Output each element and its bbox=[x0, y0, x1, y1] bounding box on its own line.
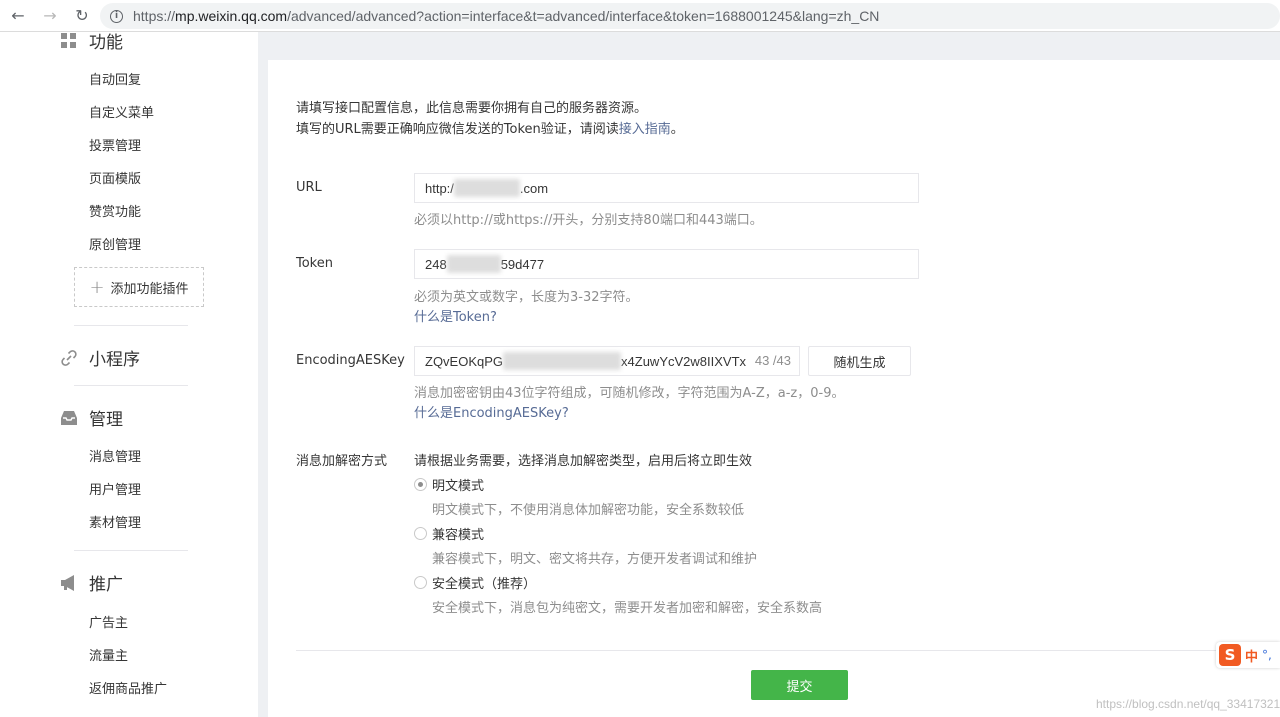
radio-label: 兼容模式 bbox=[432, 528, 485, 543]
url-label: URL bbox=[296, 180, 322, 195]
radio-button-checked[interactable] bbox=[414, 478, 427, 491]
encryption-description: 请根据业务需要，选择消息加解密类型，启用后将立即生效 bbox=[414, 454, 753, 469]
token-label: Token bbox=[296, 256, 333, 271]
random-generate-button[interactable]: 随机生成 bbox=[808, 346, 911, 376]
sidebar-item-custom-menu[interactable]: 自定义菜单 bbox=[89, 102, 154, 121]
sidebar-item-publisher[interactable]: 流量主 bbox=[89, 645, 128, 664]
intro-line-1: 请填写接口配置信息，此信息需要你拥有自己的服务器资源。 bbox=[296, 101, 648, 116]
sogou-logo-icon: S bbox=[1219, 644, 1241, 666]
sidebar-section-promotion[interactable]: 推广 bbox=[60, 570, 123, 595]
section-title: 推广 bbox=[89, 575, 123, 595]
url-host: mp.weixin.qq.com bbox=[175, 8, 288, 24]
link-icon bbox=[60, 349, 78, 367]
back-arrow-icon[interactable]: ← bbox=[4, 2, 32, 30]
submit-button[interactable]: 提交 bbox=[751, 670, 848, 700]
plaintext-mode-desc: 明文模式下，不使用消息体加解密功能，安全系数较低 bbox=[432, 503, 745, 518]
radio-label: 安全模式（推荐） bbox=[432, 577, 537, 592]
redacted-blur bbox=[453, 179, 520, 197]
token-hint: 必须为英文或数字，长度为3-32字符。 bbox=[414, 290, 639, 305]
inbox-icon bbox=[60, 409, 78, 427]
url-path: /advanced/advanced?action=interface&t=ad… bbox=[287, 8, 880, 24]
sidebar-divider bbox=[74, 385, 188, 386]
plus-icon: + bbox=[89, 276, 105, 298]
radio-label: 明文模式 bbox=[432, 479, 485, 494]
sidebar-divider bbox=[74, 550, 188, 551]
sidebar-item-original[interactable]: 原创管理 bbox=[89, 234, 141, 253]
token-input[interactable]: 248 59d477 bbox=[414, 249, 919, 279]
ime-punct: °, bbox=[1262, 648, 1272, 662]
sidebar-item-messages[interactable]: 消息管理 bbox=[89, 446, 141, 465]
watermark: https://blog.csdn.net/qq_33417321 bbox=[1096, 697, 1280, 711]
intro-line-2: 填写的URL需要正确响应微信发送的Token验证，请阅读接入指南。 bbox=[296, 119, 684, 140]
what-is-aes-key-link[interactable]: 什么是EncodingAESKey? bbox=[414, 402, 569, 421]
sidebar-item-page-template[interactable]: 页面模版 bbox=[89, 168, 141, 187]
ime-mode: 中 bbox=[1245, 649, 1259, 665]
add-plugin-button[interactable]: + 添加功能插件 bbox=[74, 267, 204, 307]
sidebar-item-auto-reply[interactable]: 自动回复 bbox=[89, 69, 141, 88]
radio-plaintext-mode[interactable]: 明文模式 bbox=[414, 475, 484, 494]
sidebar-item-commission[interactable]: 返佣商品推广 bbox=[89, 678, 167, 697]
radio-compatible-mode[interactable]: 兼容模式 bbox=[414, 524, 484, 543]
sidebar-item-vote[interactable]: 投票管理 bbox=[89, 135, 141, 154]
sidebar-item-materials[interactable]: 素材管理 bbox=[89, 512, 141, 531]
what-is-token-link[interactable]: 什么是Token? bbox=[414, 306, 497, 325]
megaphone-icon bbox=[60, 574, 78, 592]
section-title: 小程序 bbox=[89, 350, 140, 370]
sidebar-item-users[interactable]: 用户管理 bbox=[89, 479, 141, 498]
token-value-suffix: 59d477 bbox=[500, 256, 545, 272]
browser-toolbar: ← → ↻ i https://mp.weixin.qq.com/advance… bbox=[0, 0, 1280, 32]
info-icon[interactable]: i bbox=[110, 9, 123, 23]
sidebar-section-miniprogram[interactable]: 小程序 bbox=[60, 345, 140, 370]
url-value-prefix: http:/ bbox=[425, 180, 454, 196]
aes-value-suffix: x4ZuwYcV2w8IIXVTx bbox=[621, 353, 747, 369]
url-value-suffix: .com bbox=[519, 180, 549, 196]
forward-arrow-icon[interactable]: → bbox=[36, 2, 64, 30]
sidebar-item-advertiser[interactable]: 广告主 bbox=[89, 612, 128, 631]
intro-text: 请填写接口配置信息，此信息需要你拥有自己的服务器资源。 填写的URL需要正确响应… bbox=[296, 98, 684, 140]
intro-line-2-suffix: 。 bbox=[670, 122, 684, 137]
token-value-prefix: 248 bbox=[425, 256, 447, 272]
sidebar-divider bbox=[74, 325, 188, 326]
radio-button[interactable] bbox=[414, 527, 427, 540]
radio-secure-mode[interactable]: 安全模式（推荐） bbox=[414, 573, 536, 592]
compatible-mode-desc: 兼容模式下，明文、密文将共存，方便开发者调试和维护 bbox=[432, 552, 758, 567]
ime-indicator[interactable]: S 中 °, bbox=[1216, 642, 1280, 668]
reload-icon[interactable]: ↻ bbox=[68, 2, 96, 30]
redacted-blur bbox=[503, 352, 622, 370]
add-plugin-label: 添加功能插件 bbox=[110, 281, 189, 297]
url-input[interactable]: http:/ .com bbox=[414, 173, 919, 203]
section-title: 功能 bbox=[89, 33, 123, 53]
grid-icon bbox=[60, 32, 78, 50]
form-divider bbox=[296, 650, 1280, 651]
sidebar: 功能 自动回复 自定义菜单 投票管理 页面模版 赞赏功能 原创管理 + 添加功能… bbox=[0, 32, 258, 717]
url-text: https://mp.weixin.qq.com/advanced/advanc… bbox=[133, 8, 879, 24]
sidebar-item-reward[interactable]: 赞赏功能 bbox=[89, 201, 141, 220]
aes-value-prefix: ZQvEOKqPG bbox=[425, 353, 504, 369]
aes-key-label: EncodingAESKey bbox=[296, 353, 405, 368]
aes-key-hint: 消息加密密钥由43位字符组成，可随机修改，字符范围为A-Z，a-z，0-9。 bbox=[414, 386, 845, 401]
aes-key-input[interactable]: ZQvEOKqPG x4ZuwYcV2w8IIXVTx 43 /43 bbox=[414, 346, 800, 376]
intro-line-2-text: 填写的URL需要正确响应微信发送的Token验证，请阅读 bbox=[296, 122, 619, 137]
section-title: 管理 bbox=[89, 410, 123, 430]
address-bar[interactable]: i https://mp.weixin.qq.com/advanced/adva… bbox=[100, 3, 1280, 29]
url-scheme: https:// bbox=[133, 8, 176, 24]
guide-link[interactable]: 接入指南 bbox=[619, 122, 671, 137]
sidebar-section-functions[interactable]: 功能 bbox=[60, 28, 123, 53]
sidebar-section-manage[interactable]: 管理 bbox=[60, 405, 123, 430]
char-counter: 43 /43 bbox=[754, 353, 791, 368]
main-panel: 请填写接口配置信息，此信息需要你拥有自己的服务器资源。 填写的URL需要正确响应… bbox=[268, 60, 1280, 717]
secure-mode-desc: 安全模式下，消息包为纯密文，需要开发者加密和解密，安全系数高 bbox=[432, 601, 823, 616]
radio-button[interactable] bbox=[414, 576, 427, 589]
url-hint: 必须以http://或https://开头，分别支持80端口和443端口。 bbox=[414, 213, 763, 228]
encryption-label: 消息加解密方式 bbox=[296, 454, 388, 469]
redacted-blur bbox=[446, 255, 501, 273]
